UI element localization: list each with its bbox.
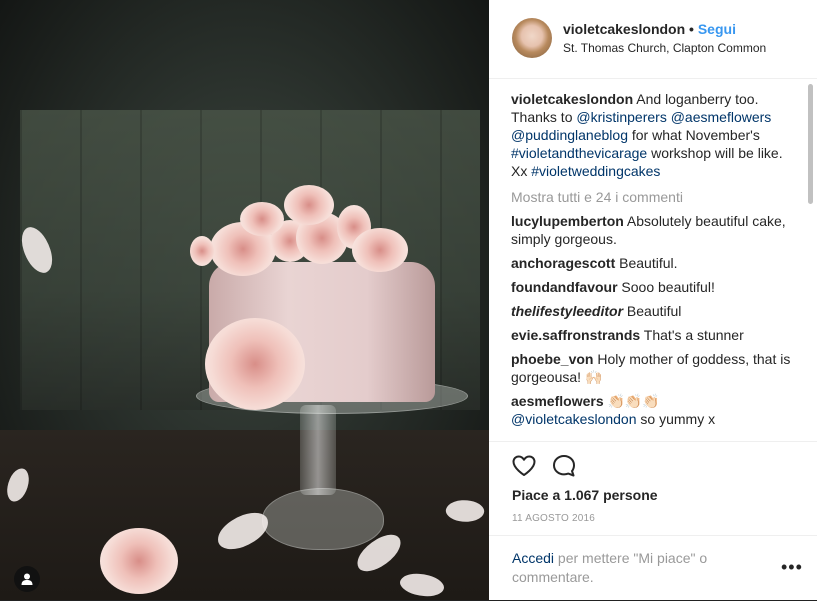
mention-link[interactable]: @kristinperers xyxy=(576,109,666,125)
comment-bubble-icon[interactable] xyxy=(551,453,577,479)
post-date: 11 AGOSTO 2016 xyxy=(512,513,596,524)
comment: anchoragescott Beautiful. xyxy=(511,254,801,272)
mention-link[interactable]: @aesmeflowers xyxy=(671,109,772,125)
show-all-comments-link[interactable]: Mostra tutti e 24 i commenti xyxy=(511,188,801,206)
post-header: violetcakeslondon • Segui St. Thomas Chu… xyxy=(489,0,817,79)
person-icon[interactable] xyxy=(14,566,40,592)
comment-username[interactable]: aesmeflowers xyxy=(511,393,604,409)
separator-dot: • xyxy=(689,21,694,37)
comment: phoebe_von Holy mother of goddess, that … xyxy=(511,350,801,386)
post-actions: Piace a 1.067 persone 11 AGOSTO 2016 xyxy=(489,441,817,550)
post-detail-panel: violetcakeslondon • Segui St. Thomas Chu… xyxy=(489,0,817,600)
flower xyxy=(352,228,408,272)
comment: evie.saffronstrands That's a stunner xyxy=(511,326,801,344)
caption-text: for what November's xyxy=(627,127,760,143)
flower xyxy=(240,202,284,236)
comment-username[interactable]: anchoragescott xyxy=(511,255,615,271)
avatar[interactable] xyxy=(512,18,552,58)
comments-list[interactable]: violetcakeslondon And loganberry too. Th… xyxy=(511,90,801,440)
cake-stand-base xyxy=(262,488,384,550)
comment-text: That's a stunner xyxy=(640,327,744,343)
author-username[interactable]: violetcakeslondon xyxy=(563,21,685,37)
comment: foundandfavour Sooo beautiful! xyxy=(511,278,801,296)
flower xyxy=(190,236,214,266)
likes-count: Piace a 1.067 persone xyxy=(512,487,658,503)
post-caption: violetcakeslondon And loganberry too. Th… xyxy=(511,90,801,180)
hashtag-link[interactable]: #violetweddingcakes xyxy=(531,163,660,179)
comment: lucylupemberton Absolutely beautiful cak… xyxy=(511,212,801,248)
comment-username[interactable]: thelifestyleeditor xyxy=(511,303,623,319)
comment-text: Sooo beautiful! xyxy=(617,279,715,295)
comment-text: Beautiful xyxy=(623,303,682,319)
comments-scrollbar[interactable] xyxy=(808,84,813,204)
more-options-icon[interactable]: ••• xyxy=(781,558,803,576)
mention-link[interactable]: @violetcakeslondon xyxy=(511,411,637,427)
cake-stand-stem xyxy=(300,405,336,495)
post-photo[interactable] xyxy=(0,0,489,600)
comment-username[interactable]: phoebe_von xyxy=(511,351,593,367)
login-prompt-text: Accedi per mettere "Mi piace" o commenta… xyxy=(512,549,752,587)
flower xyxy=(205,318,305,410)
hashtag-link[interactable]: #violetandthevicarage xyxy=(511,145,647,161)
location-link[interactable]: St. Thomas Church, Clapton Common xyxy=(563,41,766,55)
login-prompt: Accedi per mettere "Mi piace" o commenta… xyxy=(489,535,817,601)
comment-text: so yummy x xyxy=(636,411,716,427)
comment-text: 👏🏻👏🏻👏🏻 xyxy=(603,393,660,409)
comment: aesmeflowers 👏🏻👏🏻👏🏻 @violetcakeslondon so… xyxy=(511,392,801,428)
heart-icon[interactable] xyxy=(511,453,537,479)
follow-button[interactable]: Segui xyxy=(698,21,736,37)
comment-username[interactable]: lucylupemberton xyxy=(511,213,624,229)
post-author: violetcakeslondon • Segui xyxy=(563,21,736,37)
caption-username[interactable]: violetcakeslondon xyxy=(511,91,633,107)
comment-username[interactable]: evie.saffronstrands xyxy=(511,327,640,343)
comment-text: Beautiful. xyxy=(615,255,678,271)
flower xyxy=(284,185,334,225)
mention-link[interactable]: @puddinglaneblog xyxy=(511,127,628,143)
comment: thelifestyleeditor Beautiful xyxy=(511,302,801,320)
flower xyxy=(100,528,178,594)
login-link[interactable]: Accedi xyxy=(512,550,554,566)
comment-username[interactable]: foundandfavour xyxy=(511,279,618,295)
